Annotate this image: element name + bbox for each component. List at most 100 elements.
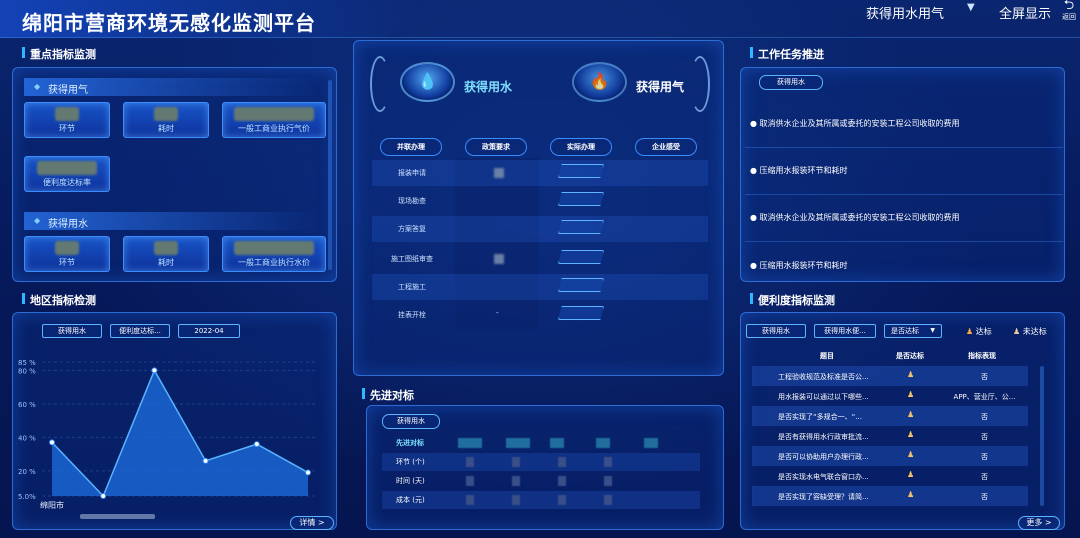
value-redacted <box>512 476 520 486</box>
metric-card[interactable]: 耗时 <box>123 236 209 272</box>
metric-card[interactable]: 一般工商业执行水价 <box>222 236 326 272</box>
table-row[interactable]: 是否实现水电气联合窗口办... ♟ 否 <box>752 466 1028 486</box>
back-arrow-icon: ⮌ <box>1063 0 1075 13</box>
process-row[interactable]: 挂表开栓 - <box>372 302 708 328</box>
process-row[interactable]: 报装申请 <box>372 160 708 186</box>
legend-fail-label: 未达标 <box>1022 327 1047 336</box>
task-text: 压缩用水报装环节和耗时 <box>759 261 848 270</box>
table-row[interactable]: 是否有获得用水行政审批流... ♟ 否 <box>752 426 1028 446</box>
filter-indicator[interactable]: 获得用水 <box>42 324 102 338</box>
caret-down-icon: ▼ <box>930 327 935 334</box>
data-point[interactable] <box>202 457 209 464</box>
legend-fail: ♟ 未达标 <box>1013 326 1047 337</box>
question-text: 是否实现了“多规合一、“... <box>778 413 862 421</box>
area-fill <box>52 370 308 496</box>
divider <box>745 241 1063 242</box>
process-name: 报装申请 <box>398 169 426 177</box>
water-drop-icon[interactable]: 💧 <box>400 62 455 102</box>
process-name: 工程施工 <box>398 283 426 291</box>
process-row[interactable]: 工程施工 <box>372 274 708 300</box>
section-title-advanced: 先进对标 <box>362 387 414 403</box>
value-redacted <box>604 476 612 486</box>
details-button[interactable]: 详情 > <box>290 516 334 530</box>
table-row[interactable]: 是否可以协助用户办理行政... ♟ 否 <box>752 446 1028 466</box>
task-item: ● 取消供水企业及其所属或委托的安装工程公司收取的费用 <box>750 213 960 222</box>
status-tag <box>558 164 604 178</box>
y-tick-label: 5.0% <box>18 493 36 501</box>
policy-value: - <box>496 309 499 317</box>
table-row[interactable]: 工程验收规范及标准是否公... ♟ 否 <box>752 366 1028 386</box>
metric-card[interactable]: 耗时 <box>123 102 209 138</box>
value-redacted <box>596 438 610 448</box>
table-row[interactable]: 是否实现了容缺受理？请简... ♟ 否 <box>752 486 1028 506</box>
filter-indicator[interactable]: 获得用水 <box>746 324 806 338</box>
chart-scrollbar[interactable] <box>80 514 155 519</box>
data-point[interactable] <box>49 439 55 446</box>
fullscreen-button[interactable]: 全屏显示 <box>999 3 1051 22</box>
header: 绵阳市营商环境无感化监测平台 获得用水用气 ▼ 全屏显示 ⮌ 返回 <box>0 0 1080 38</box>
advanced-row: 成本 (元) <box>382 491 700 509</box>
tab-water[interactable]: 获得用水 <box>464 78 512 95</box>
advanced-row-label: 环节 (个) <box>396 458 425 466</box>
column-header: 企业感受 <box>635 138 697 156</box>
metric-card[interactable]: 环节 <box>24 102 110 138</box>
table-row[interactable]: 用水报装可以通过以下哪些... ♟ APP、营业厅、公... <box>752 386 1028 406</box>
advanced-row-label: 时间 (天) <box>396 477 425 485</box>
metric-card[interactable]: 一般工商业执行气价 <box>222 102 326 138</box>
status-tag <box>558 250 604 264</box>
data-point[interactable] <box>253 441 260 448</box>
back-button[interactable]: ⮌ 返回 <box>1058 0 1080 22</box>
divider <box>745 194 1063 195</box>
performance-value: 否 <box>981 373 988 381</box>
person-icon: ♟ <box>907 430 915 439</box>
table-scrollbar[interactable] <box>1040 366 1044 506</box>
table-row[interactable]: 是否实现了“多规合一、“... ♟ 否 <box>752 406 1028 426</box>
filter-compliance[interactable]: 是否达标 ▼ <box>884 324 942 338</box>
filter-metric[interactable]: 便利度达标... <box>110 324 170 338</box>
gas-subhead-label: 获得用气 <box>48 85 88 96</box>
column-header: 是否达标 <box>896 352 924 360</box>
metric-label: 便利度达标率 <box>43 178 91 187</box>
question-text: 是否有获得用水行政审批流... <box>778 433 869 441</box>
metric-label: 一般工商业执行气价 <box>238 124 310 133</box>
value-redacted <box>154 107 178 121</box>
scenario-select[interactable]: 获得用水用气 <box>866 3 944 22</box>
value-redacted <box>494 168 504 178</box>
task-text: 取消供水企业及其所属或委托的安装工程公司收取的费用 <box>759 119 960 128</box>
task-item: ● 压缩用水报装环节和耗时 <box>750 261 848 270</box>
caret-down-icon[interactable]: ▼ <box>967 2 975 13</box>
process-row[interactable]: 施工图纸审查 <box>372 246 708 272</box>
value-redacted <box>558 457 566 467</box>
section-title-key-metrics: 重点指标监测 <box>22 46 96 62</box>
process-row[interactable]: 现场勘查 <box>372 188 708 214</box>
metric-card[interactable]: 环节 <box>24 236 110 272</box>
column-header: 实际办理 <box>550 138 612 156</box>
task-filter-tag[interactable]: 获得用水 <box>759 75 823 90</box>
person-icon: ♟ <box>907 490 915 499</box>
metric-label: 耗时 <box>158 258 174 267</box>
advanced-row: 先进对标 <box>382 434 700 452</box>
filter-sub-indicator[interactable]: 获得用水便... <box>814 324 876 338</box>
person-icon: ♟ <box>907 410 915 419</box>
gas-flame-icon[interactable]: 🔥 <box>572 62 627 102</box>
section-title-convenience: 便利度指标监测 <box>750 292 835 308</box>
section-title-work-tasks: 工作任务推进 <box>750 46 824 62</box>
data-point[interactable] <box>151 367 158 374</box>
advanced-filter-tag[interactable]: 获得用水 <box>382 414 440 429</box>
data-point[interactable] <box>305 469 311 476</box>
more-button[interactable]: 更多 > <box>1018 516 1060 530</box>
data-point[interactable] <box>100 493 107 499</box>
key-metrics-scrollbar[interactable] <box>328 80 332 270</box>
metric-card[interactable]: 便利度达标率 <box>24 156 110 192</box>
process-name: 现场勘查 <box>398 197 426 205</box>
value-redacted <box>604 495 612 505</box>
advanced-row-label: 成本 (元) <box>396 496 425 504</box>
divider <box>745 147 1063 148</box>
tab-gas[interactable]: 获得用气 <box>636 78 684 95</box>
status-tag <box>558 306 604 320</box>
regional-area-chart: 5.0% 20 % 40 % 60 % 80 %85 % 绵阳市 <box>18 359 318 510</box>
filter-date[interactable]: 2022-04 <box>178 324 240 338</box>
person-icon: ♟ <box>907 390 915 399</box>
process-row[interactable]: 方案答复 <box>372 216 708 242</box>
y-tick-label: 40 % <box>18 434 36 442</box>
